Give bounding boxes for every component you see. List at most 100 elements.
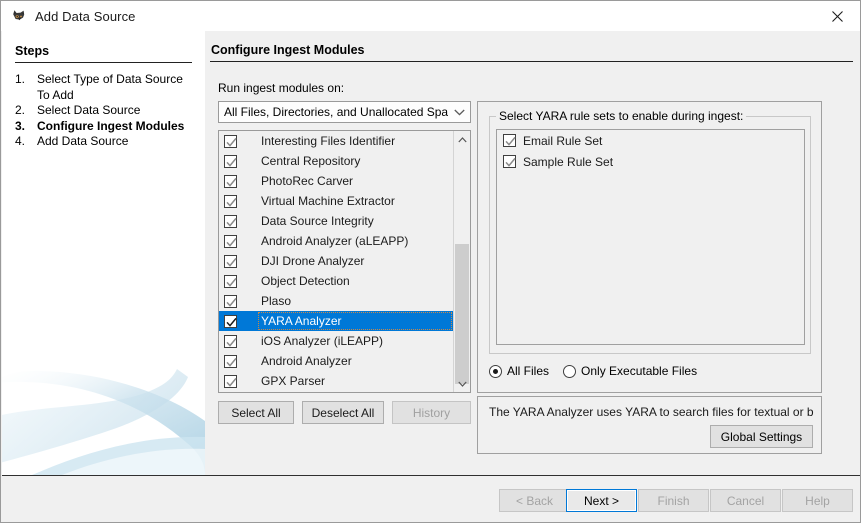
module-name: iOS Analyzer (iLEAPP) bbox=[261, 334, 383, 348]
configure-ingest-modules-panel: Configure Ingest Modules Run ingest modu… bbox=[205, 31, 860, 475]
step-item-3: 3. Configure Ingest Modules bbox=[15, 119, 205, 135]
checkbox-checked-icon[interactable] bbox=[224, 275, 237, 288]
title-bar: Add Data Source bbox=[1, 1, 860, 31]
module-row[interactable]: Object Detection bbox=[219, 271, 453, 291]
module-row[interactable]: Interesting Files Identifier bbox=[219, 131, 453, 151]
help-button: Help bbox=[782, 489, 853, 512]
module-row[interactable]: Plaso bbox=[219, 291, 453, 311]
module-row[interactable]: GPX Parser bbox=[219, 371, 453, 391]
window-title: Add Data Source bbox=[35, 9, 136, 24]
scrollbar-thumb[interactable] bbox=[455, 244, 469, 384]
ingest-modules-rows: Interesting Files Identifier Central Repo… bbox=[219, 131, 453, 392]
step-label: Add Data Source bbox=[37, 134, 195, 150]
yara-rule-sets-group: Select YARA rule sets to enable during i… bbox=[489, 116, 811, 354]
checkbox-checked-icon[interactable] bbox=[224, 155, 237, 168]
step-number: 3. bbox=[15, 119, 37, 135]
module-name: GPX Parser bbox=[261, 374, 325, 388]
module-row[interactable]: YARA Analyzer bbox=[219, 311, 453, 331]
radio-only-executable-files[interactable]: Only Executable Files bbox=[563, 364, 697, 378]
module-row[interactable]: Virtual Machine Extractor bbox=[219, 191, 453, 211]
rule-set-row[interactable]: Sample Rule Set bbox=[497, 151, 804, 172]
module-row[interactable]: PhotoRec Carver bbox=[219, 171, 453, 191]
run-ingest-modules-label: Run ingest modules on: bbox=[218, 81, 344, 95]
chevron-down-icon bbox=[448, 109, 470, 116]
module-row[interactable]: iOS Analyzer (iLEAPP) bbox=[219, 331, 453, 351]
deselect-all-button[interactable]: Deselect All bbox=[302, 401, 384, 424]
module-name: Virtual Machine Extractor bbox=[261, 194, 395, 208]
module-description-panel: The YARA Analyzer uses YARA to search fi… bbox=[477, 396, 822, 454]
radio-selected-icon bbox=[489, 365, 502, 378]
step-item-1: 1. Select Type of Data Source To Add bbox=[15, 72, 205, 103]
module-name: DJI Drone Analyzer bbox=[261, 254, 364, 268]
file-scope-radio-group: All Files Only Executable Files bbox=[489, 364, 711, 378]
module-row[interactable]: DJI Drone Analyzer bbox=[219, 251, 453, 271]
next-button[interactable]: Next > bbox=[566, 489, 637, 512]
dialog-footer: < Back Next > Finish Cancel Help bbox=[2, 476, 861, 522]
checkbox-checked-icon[interactable] bbox=[224, 215, 237, 228]
module-name: Interesting Files Identifier bbox=[261, 134, 395, 148]
step-item-4: 4. Add Data Source bbox=[15, 134, 205, 150]
module-row[interactable]: Central Repository bbox=[219, 151, 453, 171]
rule-set-row[interactable]: Email Rule Set bbox=[497, 130, 804, 151]
steps-panel: Steps 1. Select Type of Data Source To A… bbox=[2, 31, 205, 475]
module-name: Data Source Integrity bbox=[261, 214, 374, 228]
radio-all-files[interactable]: All Files bbox=[489, 364, 549, 378]
checkbox-checked-icon[interactable] bbox=[224, 135, 237, 148]
steps-divider bbox=[15, 62, 192, 63]
checkbox-checked-icon[interactable] bbox=[224, 335, 237, 348]
radio-label: Only Executable Files bbox=[581, 364, 697, 378]
checkbox-checked-icon[interactable] bbox=[224, 355, 237, 368]
step-number: 4. bbox=[15, 134, 37, 150]
scroll-up-icon[interactable] bbox=[454, 131, 470, 148]
module-row[interactable]: Android Analyzer bbox=[219, 351, 453, 371]
checkbox-checked-icon[interactable] bbox=[224, 295, 237, 308]
step-label: Configure Ingest Modules bbox=[37, 119, 195, 135]
yara-rule-sets-legend: Select YARA rule sets to enable during i… bbox=[496, 109, 746, 123]
page-title: Configure Ingest Modules bbox=[211, 43, 364, 57]
module-row[interactable]: Data Source Integrity bbox=[219, 211, 453, 231]
modules-scrollbar[interactable] bbox=[453, 131, 470, 392]
add-data-source-dialog: Add Data Source Steps 1. Select Type of … bbox=[0, 0, 861, 523]
rule-set-name: Sample Rule Set bbox=[523, 155, 613, 169]
checkbox-checked-icon[interactable] bbox=[224, 375, 237, 388]
history-button: History bbox=[392, 401, 471, 424]
yara-settings-panel: Select YARA rule sets to enable during i… bbox=[477, 101, 822, 393]
close-icon[interactable] bbox=[814, 1, 860, 31]
radio-unselected-icon bbox=[563, 365, 576, 378]
global-settings-button[interactable]: Global Settings bbox=[710, 425, 813, 448]
ingest-modules-list[interactable]: Interesting Files Identifier Central Repo… bbox=[218, 130, 471, 393]
back-button: < Back bbox=[499, 489, 570, 512]
step-label: Select Type of Data Source To Add bbox=[37, 72, 195, 103]
ingest-scope-value: All Files, Directories, and Unallocated … bbox=[219, 105, 448, 119]
checkbox-checked-icon[interactable] bbox=[224, 315, 237, 328]
checkbox-checked-icon[interactable] bbox=[503, 155, 516, 168]
module-name: PhotoRec Carver bbox=[261, 174, 353, 188]
decorative-swoosh-graphic bbox=[2, 325, 205, 475]
checkbox-checked-icon[interactable] bbox=[224, 195, 237, 208]
module-name: Android Analyzer bbox=[261, 354, 352, 368]
step-number: 2. bbox=[15, 103, 37, 119]
module-name: Plaso bbox=[261, 294, 291, 308]
module-name: Object Detection bbox=[261, 274, 350, 288]
steps-heading: Steps bbox=[15, 44, 49, 58]
module-description-text: The YARA Analyzer uses YARA to search fi… bbox=[489, 405, 814, 419]
module-name: Android Analyzer (aLEAPP) bbox=[261, 234, 408, 248]
ingest-scope-select[interactable]: All Files, Directories, and Unallocated … bbox=[218, 101, 471, 123]
autopsy-logo-icon bbox=[11, 8, 27, 24]
yara-rule-sets-list[interactable]: Email Rule Set Sample Rule Set bbox=[496, 129, 805, 345]
steps-list: 1. Select Type of Data Source To Add 2. … bbox=[15, 72, 205, 150]
checkbox-checked-icon[interactable] bbox=[503, 134, 516, 147]
checkbox-checked-icon[interactable] bbox=[224, 175, 237, 188]
scroll-down-icon[interactable] bbox=[454, 375, 470, 392]
module-row[interactable]: Android Analyzer (aLEAPP) bbox=[219, 231, 453, 251]
cancel-button: Cancel bbox=[710, 489, 781, 512]
finish-button: Finish bbox=[638, 489, 709, 512]
step-item-2: 2. Select Data Source bbox=[15, 103, 205, 119]
checkbox-checked-icon[interactable] bbox=[224, 255, 237, 268]
checkbox-checked-icon[interactable] bbox=[224, 235, 237, 248]
step-label: Select Data Source bbox=[37, 103, 195, 119]
module-name: Central Repository bbox=[261, 154, 360, 168]
radio-label: All Files bbox=[507, 364, 549, 378]
module-name: YARA Analyzer bbox=[261, 314, 341, 328]
select-all-button[interactable]: Select All bbox=[218, 401, 294, 424]
